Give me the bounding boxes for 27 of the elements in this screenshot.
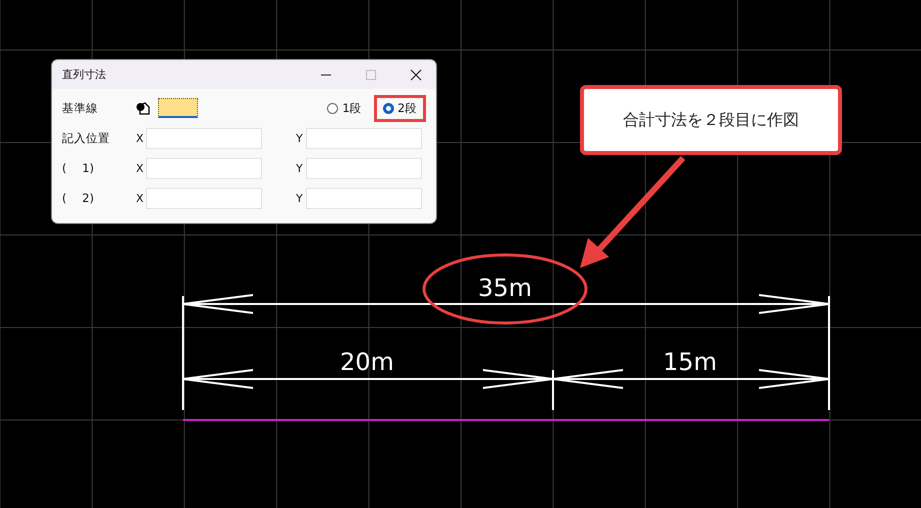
- field-label: ( 2): [62, 190, 95, 206]
- axis-label: Y: [296, 192, 304, 204]
- axis-label: X: [136, 162, 145, 174]
- callout-text: 合計寸法を２段目に作図: [623, 110, 799, 130]
- field-label: 基準線: [62, 100, 99, 116]
- dimension-label: 20m: [340, 348, 394, 376]
- close-icon[interactable]: [410, 68, 422, 80]
- input-field[interactable]: [146, 158, 262, 178]
- field-label: 記入位置: [62, 130, 111, 146]
- pick-icon[interactable]: [136, 102, 150, 114]
- input-field[interactable]: [306, 188, 422, 208]
- axis-label: X: [136, 132, 145, 144]
- level-radio[interactable]: 1段: [321, 98, 368, 118]
- axis-label: X: [136, 192, 145, 204]
- input-field[interactable]: [306, 128, 422, 148]
- axis-label: Y: [296, 162, 304, 174]
- field-label: ( 1): [62, 160, 95, 176]
- maximize-icon[interactable]: [365, 68, 377, 80]
- input-field[interactable]: [146, 188, 262, 208]
- baseline-picker[interactable]: [158, 98, 198, 118]
- level-radio[interactable]: 2段: [374, 94, 426, 122]
- input-field[interactable]: [306, 158, 422, 178]
- window-title: 直列寸法: [62, 67, 106, 82]
- dimension-label: 35m: [478, 274, 532, 302]
- dimension-label: 15m: [663, 348, 717, 376]
- input-field[interactable]: [146, 128, 262, 148]
- axis-label: Y: [296, 132, 304, 144]
